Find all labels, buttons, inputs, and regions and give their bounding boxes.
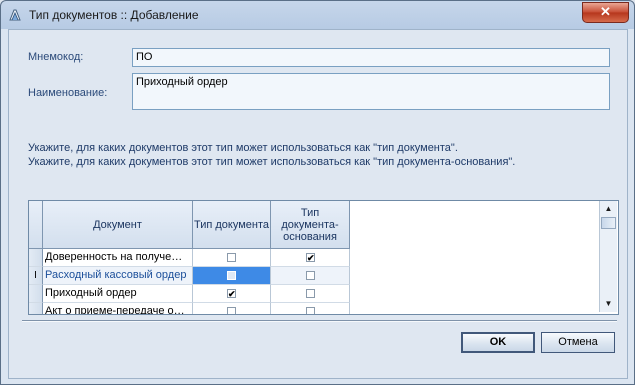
- row-document-cell[interactable]: Акт о приеме-передаче о…: [43, 303, 193, 314]
- table-row[interactable]: Акт о приеме-передаче о…: [29, 303, 350, 314]
- dialog-window: Тип документов :: Добавление ✕ Мнемокод:…: [0, 0, 635, 385]
- row-base-type-cell[interactable]: [271, 303, 350, 314]
- scroll-up-icon[interactable]: ▲: [600, 201, 617, 217]
- ok-button[interactable]: OK: [461, 332, 535, 353]
- dialog-body: Мнемокод: ПО Наименование: Приходный орд…: [8, 29, 628, 379]
- column-header-base-type[interactable]: Тип документа-основания: [271, 201, 350, 249]
- row-doc-type-cell[interactable]: ✔: [193, 285, 271, 303]
- hint-base-type: Укажите, для каких документов этот тип м…: [28, 156, 516, 168]
- column-header-document-label: Документ: [93, 218, 142, 231]
- row-document-cell[interactable]: Расходный кассовый ордер: [43, 267, 193, 285]
- table-row-selected[interactable]: I Расходный кассовый ордер: [29, 267, 350, 285]
- title-bar[interactable]: Тип документов :: Добавление ✕: [1, 1, 634, 29]
- column-header-doc-type-label: Тип документа: [193, 218, 270, 231]
- window-title: Тип документов :: Добавление: [29, 8, 199, 22]
- mnemocode-value: ПО: [136, 51, 153, 63]
- row-indicator[interactable]: [29, 285, 43, 303]
- row-document-cell[interactable]: Приходный ордер: [43, 285, 193, 303]
- scroll-thumb[interactable]: [601, 217, 616, 229]
- close-button[interactable]: ✕: [582, 2, 629, 23]
- footer-separator: [22, 320, 617, 322]
- table-row[interactable]: Приходный ордер ✔: [29, 285, 350, 303]
- column-header-doc-type[interactable]: Тип документа: [193, 201, 271, 249]
- name-label: Наименование:: [28, 87, 108, 99]
- column-header-base-type-label: Тип документа-основания: [281, 206, 339, 243]
- row-doc-type-cell[interactable]: [193, 249, 271, 267]
- row-base-type-cell[interactable]: [271, 285, 350, 303]
- cancel-button[interactable]: Отмена: [541, 332, 615, 353]
- row-doc-type-cell-focused[interactable]: [193, 267, 271, 285]
- grid-vertical-scrollbar[interactable]: ▲ ▼: [599, 201, 617, 312]
- doc-type-checkbox[interactable]: [227, 271, 236, 280]
- base-type-checkbox[interactable]: [306, 307, 315, 314]
- name-input[interactable]: Приходный ордер: [132, 73, 610, 110]
- name-value: Приходный ордер: [136, 76, 228, 88]
- mnemocode-label: Мнемокод:: [28, 51, 84, 63]
- row-indicator[interactable]: [29, 303, 43, 314]
- mnemocode-input[interactable]: ПО: [132, 48, 610, 67]
- current-row-indicator[interactable]: I: [29, 267, 43, 285]
- doc-type-checkbox[interactable]: [227, 307, 236, 314]
- row-indicator-header: [29, 201, 43, 249]
- base-type-checkbox[interactable]: [306, 271, 315, 280]
- document-type-icon: [9, 9, 21, 21]
- table-row[interactable]: Доверенность на получе… ✔: [29, 249, 350, 267]
- row-base-type-cell[interactable]: [271, 267, 350, 285]
- doc-type-checkbox[interactable]: ✔: [227, 289, 236, 299]
- column-header-document[interactable]: Документ: [43, 201, 193, 249]
- hint-doc-type: Укажите, для каких документов этот тип м…: [28, 142, 458, 154]
- base-type-checkbox[interactable]: [306, 289, 315, 298]
- row-indicator[interactable]: [29, 249, 43, 267]
- row-doc-type-cell[interactable]: [193, 303, 271, 314]
- documents-grid[interactable]: Документ Тип документа Тип документа-осн…: [28, 200, 619, 315]
- scroll-down-icon[interactable]: ▼: [600, 296, 617, 312]
- close-icon: ✕: [600, 4, 611, 19]
- row-base-type-cell[interactable]: ✔: [271, 249, 350, 267]
- doc-type-checkbox[interactable]: [227, 253, 236, 262]
- row-document-cell[interactable]: Доверенность на получе…: [43, 249, 193, 267]
- base-type-checkbox[interactable]: ✔: [306, 253, 315, 263]
